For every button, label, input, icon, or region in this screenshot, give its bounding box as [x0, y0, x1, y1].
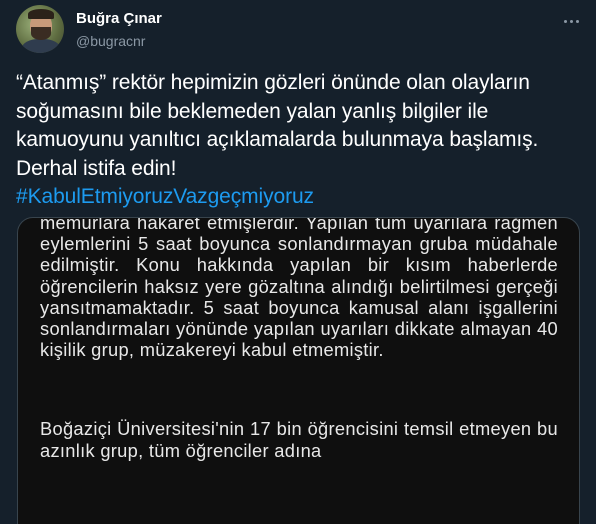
tweet-text: “Atanmış” rektör hepimizin gözleri önünd…	[16, 69, 576, 212]
more-horizontal-icon	[563, 19, 567, 23]
avatar-beard	[31, 27, 51, 40]
more-horizontal-icon	[569, 19, 573, 23]
more-horizontal-icon	[575, 19, 579, 23]
author-name[interactable]: Buğra Çınar	[76, 10, 162, 27]
media-paragraph: Boğaziçi Üniversitesi'nin 17 bin öğrenci…	[40, 418, 558, 461]
media-text: memurlara hakaret etmişlerdir. Yapılan t…	[40, 217, 558, 461]
author-handle[interactable]: @bugracnr	[76, 33, 145, 49]
avatar[interactable]	[16, 5, 64, 53]
hashtag-link[interactable]: #KabulEtmiyoruzVazgeçmiyoruz	[16, 183, 576, 212]
avatar-shirt	[22, 39, 60, 53]
media-paragraph: memurlara hakaret etmişlerdir. Yapılan t…	[40, 217, 558, 361]
tweet: Buğra Çınar @bugracnr “Atanmış” rektör h…	[0, 0, 596, 524]
tweet-media-image[interactable]: memurlara hakaret etmişlerdir. Yapılan t…	[17, 217, 580, 524]
tweet-body: “Atanmış” rektör hepimizin gözleri önünd…	[16, 71, 539, 180]
avatar-hair	[28, 9, 54, 19]
more-options-button[interactable]	[556, 6, 586, 36]
